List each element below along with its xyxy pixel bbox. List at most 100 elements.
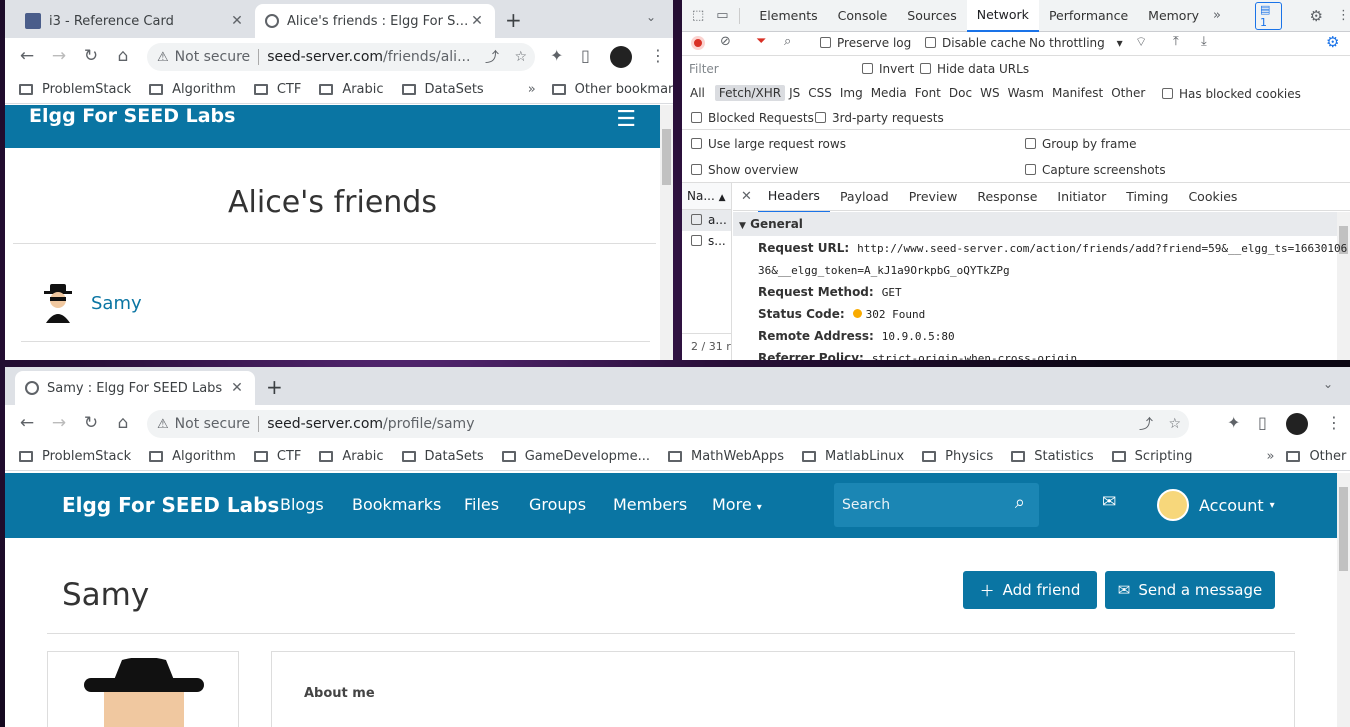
filter-css[interactable]: CSS (804, 86, 836, 100)
nav-groups[interactable]: Groups (529, 495, 586, 514)
bookmarks-overflow-icon[interactable]: » (528, 82, 536, 97)
extensions-icon[interactable]: ✦ (550, 46, 563, 65)
profile-avatar[interactable] (1286, 413, 1308, 435)
scrollbar-thumb[interactable] (662, 129, 671, 185)
filter-font[interactable]: Font (911, 86, 945, 100)
hamburger-menu-icon[interactable]: ☰ (616, 107, 636, 132)
nav-bookmarks[interactable]: Bookmarks (352, 495, 441, 514)
menu-icon[interactable]: ⋮ (1326, 413, 1342, 432)
throttling-select[interactable]: No throttling ▾ (1029, 36, 1123, 50)
panel-tab-sources[interactable]: Sources (897, 1, 966, 31)
new-tab-icon[interactable]: + (505, 8, 522, 32)
bookmark-folder[interactable]: CTF (253, 449, 301, 464)
tab-samy-profile[interactable]: Samy : Elgg For SEED Labs ✕ (15, 371, 255, 405)
filter-ws[interactable]: WS (976, 86, 1003, 100)
bookmark-folder[interactable]: Algorithm (149, 449, 236, 464)
bookmark-folder[interactable]: ProblemStack (19, 82, 131, 97)
search-icon[interactable]: ⌕ (784, 34, 791, 49)
close-tab-icon[interactable]: ✕ (229, 13, 245, 29)
forward-icon[interactable]: → (43, 413, 75, 433)
filter-fetch-xhr[interactable]: Fetch/XHR (714, 85, 786, 101)
nav-more[interactable]: More ▾ (712, 495, 762, 514)
bookmark-folder[interactable]: MathWebApps (667, 449, 784, 464)
detail-tab-response[interactable]: Response (967, 182, 1047, 212)
filter-doc[interactable]: Doc (945, 86, 976, 100)
reload-icon[interactable]: ↻ (75, 46, 107, 66)
other-bookmarks[interactable]: Other bookmarks (1286, 449, 1350, 464)
capture-screenshots-checkbox[interactable]: Capture screenshots (1025, 163, 1166, 177)
reload-icon[interactable]: ↻ (75, 413, 107, 433)
filter-input[interactable]: Filter (686, 60, 850, 78)
headers-scrollbar[interactable] (1337, 212, 1350, 360)
detail-tab-timing[interactable]: Timing (1116, 182, 1178, 212)
name-column-header[interactable]: Na... ▲ (682, 183, 731, 210)
scrollbar[interactable] (660, 105, 673, 360)
filter-js[interactable]: JS (785, 86, 804, 100)
blocked-requests-checkbox[interactable]: Blocked Requests (691, 111, 814, 125)
extensions-icon[interactable]: ✦ (1227, 413, 1240, 432)
tab-search-chevron-icon[interactable]: ⌄ (646, 10, 656, 24)
back-icon[interactable]: ← (11, 413, 43, 433)
panel-tab-network[interactable]: Network (966, 0, 1039, 32)
disable-cache-checkbox[interactable]: Disable cache (925, 36, 1026, 50)
tab-alice-friends[interactable]: Alice's friends : Elgg For SEED ✕ (255, 4, 495, 38)
panel-tab-console[interactable]: Console (828, 1, 898, 31)
close-detail-icon[interactable]: ✕ (741, 189, 752, 204)
request-row[interactable]: a... (682, 210, 731, 231)
detail-tab-initiator[interactable]: Initiator (1047, 182, 1116, 212)
menu-icon[interactable]: ⋮ (650, 46, 666, 65)
filter-manifest[interactable]: Manifest (1048, 86, 1107, 100)
group-by-frame-checkbox[interactable]: Group by frame (1025, 137, 1136, 151)
preserve-log-checkbox[interactable]: Preserve log (820, 36, 911, 50)
site-title[interactable]: Elgg For SEED Labs (29, 105, 235, 127)
filter-all[interactable]: All (686, 86, 709, 100)
home-icon[interactable]: ⌂ (107, 46, 139, 66)
device-toolbar-icon[interactable]: ▭ (716, 8, 728, 23)
panel-tab-memory[interactable]: Memory (1138, 1, 1209, 31)
clear-icon[interactable]: ⊘ (720, 34, 731, 49)
add-friend-button[interactable]: ＋ Add friend (963, 571, 1097, 609)
samy-avatar[interactable] (41, 283, 75, 323)
issues-badge[interactable]: ▤ 1 (1254, 1, 1282, 30)
close-tab-icon[interactable]: ✕ (469, 13, 485, 29)
filter-funnel-icon[interactable]: ⏷ (756, 34, 766, 49)
export-har-icon[interactable]: ⤓ (1201, 34, 1207, 49)
bookmark-folder[interactable]: Algorithm (149, 82, 236, 97)
large-rows-checkbox[interactable]: Use large request rows (691, 137, 846, 151)
bookmark-folder[interactable]: Scripting (1111, 449, 1192, 464)
tab-search-chevron-icon[interactable]: ⌄ (1323, 377, 1333, 391)
account-menu[interactable]: Account ▾ (1157, 489, 1275, 521)
site-title[interactable]: Elgg For SEED Labs (62, 493, 279, 517)
share-icon[interactable]: ⤴ (485, 47, 499, 67)
request-row[interactable]: s... (682, 231, 731, 252)
send-message-button[interactable]: ✉ Send a message (1105, 571, 1275, 609)
bookmark-star-icon[interactable]: ☆ (1168, 416, 1181, 432)
bookmark-folder[interactable]: Physics (922, 449, 993, 464)
panel-tab-performance[interactable]: Performance (1039, 1, 1138, 31)
close-tab-icon[interactable]: ✕ (229, 380, 245, 396)
home-icon[interactable]: ⌂ (107, 413, 139, 433)
side-panel-icon[interactable]: ▯ (1258, 413, 1267, 432)
nav-blogs[interactable]: Blogs (280, 495, 324, 514)
detail-tab-payload[interactable]: Payload (830, 182, 899, 212)
general-section-header[interactable]: ▼ General (733, 212, 1337, 236)
scrollbar[interactable] (1337, 473, 1350, 727)
import-har-icon[interactable]: ⤒ (1173, 34, 1179, 49)
side-panel-icon[interactable]: ▯ (581, 46, 590, 65)
third-party-checkbox[interactable]: 3rd-party requests (815, 111, 944, 125)
has-blocked-cookies-checkbox[interactable]: Has blocked cookies (1162, 87, 1301, 101)
filter-img[interactable]: Img (836, 86, 867, 100)
address-bar[interactable]: ⚠ Not secure seed-server.com /friends/al… (147, 43, 535, 71)
filter-other[interactable]: Other (1107, 86, 1149, 100)
filter-wasm[interactable]: Wasm (1004, 86, 1048, 100)
nav-files[interactable]: Files (464, 495, 499, 514)
bookmark-folder[interactable]: DataSets (401, 82, 484, 97)
bookmark-folder[interactable]: DataSets (401, 449, 484, 464)
share-icon[interactable]: ⤴ (1139, 414, 1153, 434)
back-icon[interactable]: ← (11, 46, 43, 66)
hide-data-urls-checkbox[interactable]: Hide data URLs (920, 62, 1029, 76)
detail-tab-preview[interactable]: Preview (899, 182, 968, 212)
profile-avatar[interactable] (610, 46, 632, 68)
forward-icon[interactable]: → (43, 46, 75, 66)
network-conditions-icon[interactable]: ⌔ (1135, 34, 1147, 50)
